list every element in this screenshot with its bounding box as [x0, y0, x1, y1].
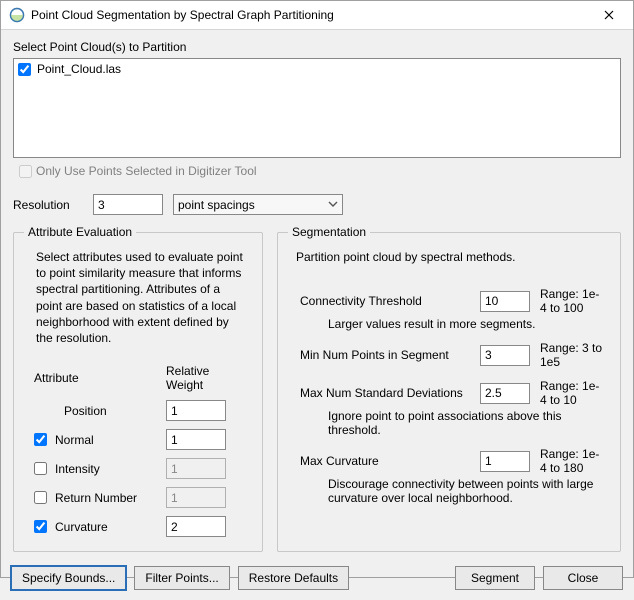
min-points-range: Range: 3 to 1e5 [540, 341, 604, 369]
attr-checkbox[interactable] [34, 491, 47, 504]
resolution-units-value: point spacings [178, 198, 255, 212]
attr-label-text: Return Number [55, 491, 137, 505]
attr-return-number-checkbox[interactable]: Return Number [34, 491, 154, 505]
cloud-name: Point_Cloud.las [37, 62, 121, 76]
attr-label-text: Intensity [55, 462, 100, 476]
weight-column-header: Relative Weight [166, 364, 246, 392]
attr-intensity-weight [166, 458, 226, 479]
only-selected-label: Only Use Points Selected in Digitizer To… [36, 164, 257, 178]
min-points-label: Min Num Points in Segment [300, 348, 470, 362]
segment-button[interactable]: Segment [455, 566, 535, 590]
close-button[interactable]: Close [543, 566, 623, 590]
titlebar: Point Cloud Segmentation by Spectral Gra… [1, 1, 633, 30]
max-curvature-hint: Discourage connectivity between points w… [328, 477, 604, 505]
connectivity-threshold-label: Connectivity Threshold [300, 294, 470, 308]
list-item[interactable]: Point_Cloud.las [18, 61, 616, 77]
app-icon [9, 7, 25, 23]
resolution-label: Resolution [13, 198, 83, 212]
attr-label-text: Curvature [55, 520, 108, 534]
connectivity-threshold-input[interactable] [480, 291, 530, 312]
select-clouds-label: Select Point Cloud(s) to Partition [13, 40, 621, 54]
filter-points-button[interactable]: Filter Points... [134, 566, 229, 590]
restore-defaults-button[interactable]: Restore Defaults [238, 566, 349, 590]
window-title: Point Cloud Segmentation by Spectral Gra… [31, 8, 589, 22]
max-std-dev-range: Range: 1e-4 to 10 [540, 379, 604, 407]
max-std-dev-input[interactable] [480, 383, 530, 404]
attr-return-number-weight [166, 487, 226, 508]
max-curvature-label: Max Curvature [300, 454, 400, 468]
only-selected-checkbox[interactable]: Only Use Points Selected in Digitizer To… [19, 164, 621, 178]
attr-checkbox[interactable] [34, 520, 47, 533]
min-points-input[interactable] [480, 345, 530, 366]
max-curvature-range: Range: 1e-4 to 180 [540, 447, 604, 475]
attribute-evaluation-legend: Attribute Evaluation [24, 225, 136, 239]
attr-position-weight[interactable] [166, 400, 226, 421]
only-selected-box[interactable] [19, 165, 32, 178]
attr-checkbox[interactable] [34, 433, 47, 446]
resolution-input[interactable] [93, 194, 163, 215]
attr-intensity-checkbox[interactable]: Intensity [34, 462, 154, 476]
max-std-dev-label: Max Num Standard Deviations [300, 386, 470, 400]
attr-normal-weight[interactable] [166, 429, 226, 450]
attr-position-label: Position [34, 404, 154, 418]
attr-curvature-checkbox[interactable]: Curvature [34, 520, 154, 534]
attribute-column-header: Attribute [34, 371, 154, 385]
attribute-evaluation-desc: Select attributes used to evaluate point… [36, 249, 246, 346]
max-std-dev-hint: Ignore point to point associations above… [328, 409, 604, 437]
close-icon[interactable] [589, 1, 629, 29]
attr-normal-checkbox[interactable]: Normal [34, 433, 154, 447]
connectivity-threshold-range: Range: 1e-4 to 100 [540, 287, 604, 315]
attribute-evaluation-group: Attribute Evaluation Select attributes u… [13, 225, 263, 552]
segmentation-desc: Partition point cloud by spectral method… [296, 249, 604, 265]
max-curvature-input[interactable] [480, 451, 530, 472]
resolution-units-select[interactable]: point spacings [173, 194, 343, 215]
connectivity-threshold-hint: Larger values result in more segments. [328, 317, 604, 331]
attr-label-text: Position [64, 404, 107, 418]
specify-bounds-button[interactable]: Specify Bounds... [11, 566, 126, 590]
chevron-down-icon [328, 198, 338, 212]
segmentation-group: Segmentation Partition point cloud by sp… [277, 225, 621, 552]
cloud-checkbox[interactable] [18, 63, 31, 76]
attr-curvature-weight[interactable] [166, 516, 226, 537]
cloud-listbox[interactable]: Point_Cloud.las [13, 58, 621, 158]
attr-label-text: Normal [55, 433, 94, 447]
segmentation-legend: Segmentation [288, 225, 370, 239]
button-bar: Specify Bounds... Filter Points... Resto… [1, 558, 633, 600]
attr-checkbox[interactable] [34, 462, 47, 475]
